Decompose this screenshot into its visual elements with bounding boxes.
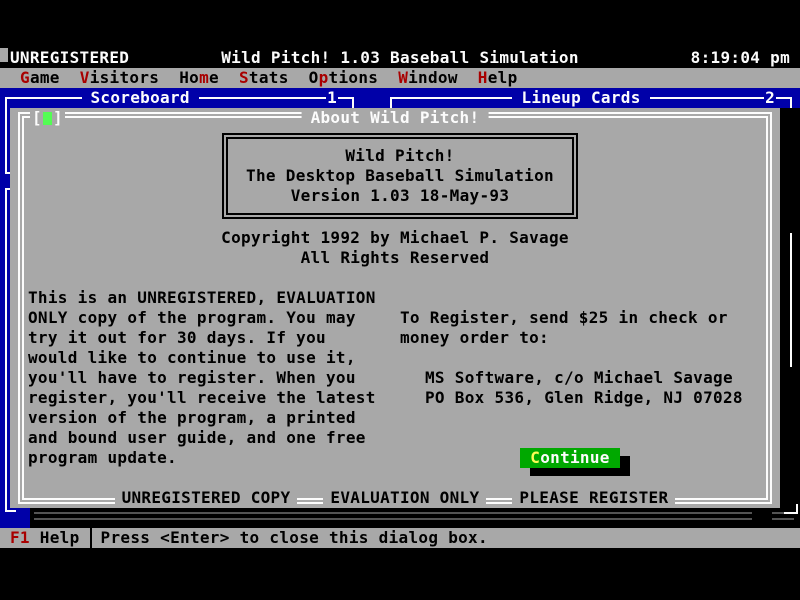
status-message: Press <Enter> to close this dialog box.	[101, 528, 488, 548]
window-border-fragment	[790, 233, 792, 367]
window-border-fragment	[5, 510, 16, 512]
dialog-bottom-status: UNREGISTERED COPY EVALUATION ONLY PLEASE…	[10, 488, 780, 508]
status-bar: F1 Help Press <Enter> to close this dial…	[0, 528, 800, 548]
desktop: Scoreboard 1 Lineup Cards 2	[0, 88, 800, 548]
menu-visitors[interactable]: Visitors	[70, 68, 169, 88]
dialog-frame	[18, 112, 772, 504]
menu-bar: Game Visitors Home Stats Options Window …	[0, 68, 800, 88]
window-scoreboard-number: 1	[326, 88, 338, 108]
window-border-fragment	[796, 504, 798, 514]
window-border-fragment	[5, 106, 7, 174]
app-title: Wild Pitch! 1.03 Baseball Simulation	[0, 48, 800, 68]
menu-options[interactable]: Options	[299, 68, 389, 88]
help-hotkey[interactable]: F1 Help	[0, 528, 80, 548]
frame-corner	[390, 97, 398, 108]
app-title-bar: UNREGISTERED Wild Pitch! 1.03 Baseball S…	[0, 48, 800, 68]
status-evaluation-only: EVALUATION ONLY	[323, 488, 486, 508]
frame-corner	[784, 97, 792, 108]
menu-home[interactable]: Home	[169, 68, 229, 88]
close-icon	[43, 112, 52, 125]
clock: 8:19:04 pm	[691, 48, 790, 68]
window-border-fragment	[5, 188, 7, 512]
window-scoreboard-titlebar[interactable]: Scoreboard 1	[5, 88, 354, 108]
menu-help[interactable]: Help	[468, 68, 528, 88]
status-please-register: PLEASE REGISTER	[512, 488, 675, 508]
status-unregistered-copy: UNREGISTERED COPY	[115, 488, 298, 508]
window-lineup-number: 2	[764, 88, 776, 108]
window-scoreboard-title: Scoreboard	[82, 88, 199, 108]
window-lineup-title: Lineup Cards	[512, 88, 649, 108]
status-divider	[90, 528, 92, 548]
menu-stats[interactable]: Stats	[229, 68, 299, 88]
window-lineup-titlebar[interactable]: Lineup Cards 2	[390, 88, 792, 108]
shadowed-border-fragment	[34, 512, 752, 520]
frame-corner	[346, 97, 354, 108]
menu-game[interactable]: Game	[10, 68, 70, 88]
dialog-title: About Wild Pitch!	[302, 108, 489, 128]
menu-window[interactable]: Window	[388, 68, 468, 88]
about-dialog: [] About Wild Pitch! Wild Pitch! The Des…	[10, 108, 780, 508]
dos-screen: UNREGISTERED Wild Pitch! 1.03 Baseball S…	[0, 48, 800, 548]
close-button[interactable]: []	[30, 108, 65, 128]
